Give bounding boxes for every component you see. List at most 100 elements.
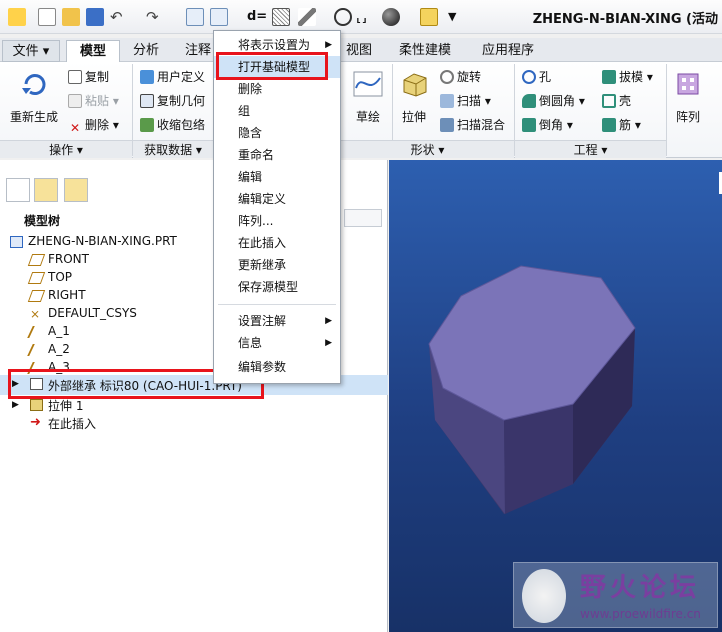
copy-geometry-icon: [140, 94, 154, 108]
paste-button[interactable]: 粘贴 ▾: [68, 92, 119, 109]
submenu-arrow-icon: ▶: [325, 338, 332, 348]
watermark-logo-icon: [522, 569, 566, 623]
copy-button[interactable]: 复制: [68, 68, 109, 85]
regenerate-icon: [20, 70, 52, 98]
group-label-engineering[interactable]: 工程 ▾: [515, 140, 666, 158]
shell-button[interactable]: 壳: [602, 92, 631, 109]
datum-plane-icon: [27, 254, 46, 266]
watermark-url: www.proewildfire.cn: [580, 607, 701, 621]
sketch-icon: [352, 70, 384, 98]
menu-item-info[interactable]: 信息 ▶: [214, 332, 340, 354]
group-divider: [666, 64, 667, 156]
customize-dropdown-icon[interactable]: ▼: [448, 8, 466, 26]
regenerate-small-icon[interactable]: [186, 8, 204, 26]
revolve-button[interactable]: 旋转: [440, 68, 481, 85]
menu-item-edit-parameters[interactable]: 编辑参数: [214, 356, 340, 378]
favorites-tab-icon[interactable]: [64, 178, 88, 202]
menu-item-setup-annotation[interactable]: 设置注解 ▶: [214, 310, 340, 332]
csys-icon: ⨯: [30, 307, 41, 321]
sweep-icon: [440, 94, 454, 108]
chamfer-button[interactable]: 倒角 ▾: [522, 116, 573, 133]
forum-watermark: 野火论坛 www.proewildfire.cn: [513, 562, 718, 628]
menu-item-rename[interactable]: 重命名: [214, 144, 340, 166]
sweep-button[interactable]: 扫描 ▾: [440, 92, 491, 109]
hatch-icon[interactable]: [272, 8, 290, 26]
tab-flexible-modeling[interactable]: 柔性建模: [394, 40, 456, 62]
swept-blend-button[interactable]: 扫描混合: [440, 116, 505, 133]
context-menu: 将表示设置为 ▶ 打开基础模型 删除 组 隐含 重命名 编辑 编辑定义 阵列...…: [213, 30, 341, 384]
tab-model[interactable]: 模型: [66, 40, 120, 63]
expand-arrow-icon[interactable]: ▶: [12, 399, 25, 411]
menu-item-update-inheritance[interactable]: 更新继承: [214, 254, 340, 276]
appearance-icon[interactable]: [382, 8, 400, 26]
menu-item-delete[interactable]: 删除: [214, 78, 340, 100]
new-file-icon[interactable]: [38, 8, 56, 26]
menu-item-pattern[interactable]: 阵列...: [214, 210, 340, 232]
quick-access-toolbar: ↶ ↷ d= ⸤⸥ ▼ ZHENG-N-BIAN-XING (活动: [0, 0, 722, 34]
insert-arrow-icon: ➜: [30, 415, 41, 430]
group-label-operations[interactable]: 操作 ▾: [0, 140, 132, 158]
menu-item-suppress[interactable]: 隐含: [214, 122, 340, 144]
revolve-icon: [440, 70, 454, 84]
datum-plane-icon: [27, 272, 46, 284]
round-button[interactable]: 倒圆角 ▾: [522, 92, 585, 109]
part-icon: [10, 236, 23, 248]
paste-icon: [68, 94, 82, 108]
folder-icon[interactable]: [420, 8, 438, 26]
windows-icon[interactable]: [210, 8, 228, 26]
delete-button[interactable]: ✕ 删除 ▾: [68, 116, 119, 135]
copy-geometry-button[interactable]: 复制几何: [140, 92, 205, 109]
delete-icon: ✕: [69, 121, 81, 135]
tree-settings-icon[interactable]: [344, 209, 382, 227]
rib-button[interactable]: 筋 ▾: [602, 116, 641, 133]
tab-applications[interactable]: 应用程序: [476, 40, 540, 62]
redo-icon[interactable]: ↷: [146, 8, 164, 26]
menu-item-insert-here[interactable]: 在此插入: [214, 232, 340, 254]
save-icon[interactable]: [86, 8, 104, 26]
menu-item-edit[interactable]: 编辑: [214, 166, 340, 188]
datum-axis-icon: [27, 344, 46, 356]
menu-item-group[interactable]: 组: [214, 100, 340, 122]
tab-view[interactable]: 视图: [342, 40, 376, 62]
shrinkwrap-icon: [140, 118, 154, 132]
regenerate-button[interactable]: 重新生成: [10, 108, 58, 125]
tab-file[interactable]: 文件 ▾: [2, 40, 60, 62]
hole-button[interactable]: 孔: [522, 68, 551, 85]
extrude-button[interactable]: 拉伸: [402, 108, 426, 125]
pattern-button[interactable]: 阵列: [676, 108, 700, 125]
sketch-button[interactable]: 草绘: [356, 108, 380, 125]
ribbon-tab-bar: 文件 ▾ 模型 分析 注释 视图 柔性建模 应用程序: [0, 38, 722, 63]
open-file-icon[interactable]: [62, 8, 80, 26]
hole-icon: [522, 70, 536, 84]
copy-icon: [68, 70, 82, 84]
dimension-icon[interactable]: d=: [247, 8, 267, 26]
group-label-get-data[interactable]: 获取数据 ▾: [133, 140, 213, 158]
chamfer-icon: [522, 118, 536, 132]
submenu-arrow-icon: ▶: [325, 316, 332, 326]
watermark-title: 野火论坛: [580, 573, 701, 603]
select-icon[interactable]: ⸤⸥: [356, 8, 374, 26]
menu-item-save-source-model[interactable]: 保存源模型: [214, 276, 340, 298]
shell-icon: [602, 94, 616, 108]
extrude-icon: [400, 70, 430, 98]
shrinkwrap-button[interactable]: 收缩包络: [140, 116, 205, 133]
user-defined-feature-button[interactable]: 用户定义: [140, 68, 205, 85]
model-tree-tab-icon[interactable]: [6, 178, 30, 202]
app-logo-icon: [8, 8, 26, 26]
menu-separator: [218, 304, 336, 305]
draft-button[interactable]: 拔模 ▾: [602, 68, 653, 85]
swept-blend-icon: [440, 118, 454, 132]
tab-analysis[interactable]: 分析: [126, 40, 166, 62]
window-title: ZHENG-N-BIAN-XING (活动: [532, 12, 718, 27]
tree-item-insert-here[interactable]: ➜ 在此插入: [0, 414, 388, 432]
undo-icon[interactable]: ↶: [110, 8, 128, 26]
measure-icon[interactable]: [298, 8, 316, 26]
group-label-shapes[interactable]: 形状 ▾: [341, 140, 514, 158]
no-entry-icon[interactable]: [334, 8, 352, 26]
datum-plane-icon: [27, 290, 46, 302]
extrude-feature-icon: [30, 399, 43, 411]
menu-item-edit-definition[interactable]: 编辑定义: [214, 188, 340, 210]
folder-browser-tab-icon[interactable]: [34, 178, 58, 202]
tab-annotate[interactable]: 注释: [180, 40, 216, 62]
pattern-icon: [676, 70, 702, 98]
